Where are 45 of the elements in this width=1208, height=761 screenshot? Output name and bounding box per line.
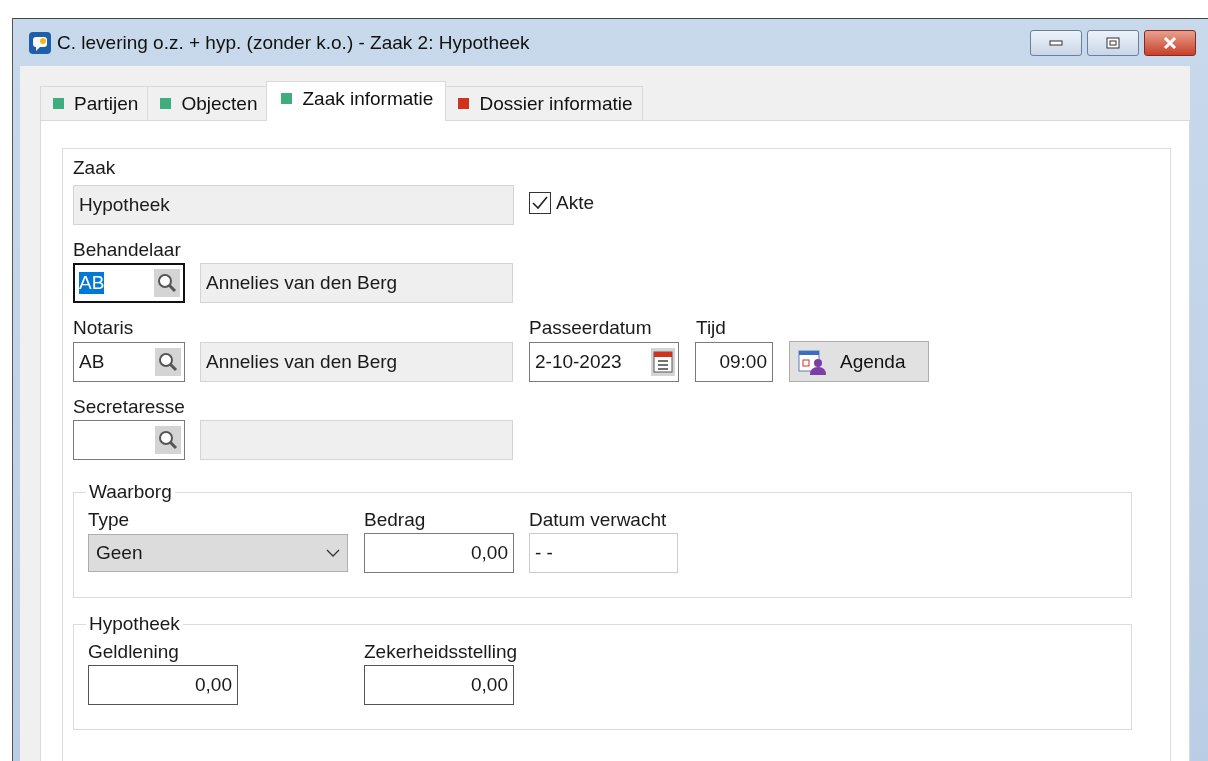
amount-field[interactable]: 0,00: [88, 665, 238, 705]
field-label: Geldlening: [88, 641, 180, 663]
date-field[interactable]: - -: [529, 533, 678, 573]
zaak-field[interactable]: Hypotheek: [73, 185, 514, 225]
tab[interactable]: Dossier informatie: [445, 86, 643, 120]
calendar-icon[interactable]: [651, 347, 675, 376]
amount-field[interactable]: 0,00: [364, 533, 514, 573]
field-label: Zaak: [73, 157, 116, 180]
amount-field[interactable]: 0,00: [364, 665, 514, 705]
name-field[interactable]: Annelies van den Berg: [200, 341, 513, 382]
checkbox-label[interactable]: Akte: [556, 192, 595, 214]
search-icon[interactable]: [154, 269, 180, 297]
maximize-icon: [1106, 36, 1120, 49]
minimize-button[interactable]: [1030, 29, 1082, 56]
field-label: Type: [88, 509, 131, 531]
window-title: C. levering o.z. + hyp. (zonder k.o.) - Zaak 2: Hypotheek: [57, 31, 530, 54]
close-button[interactable]: [1144, 29, 1196, 56]
name-field[interactable]: Annelies van den Berg: [200, 263, 513, 303]
field-label: Secretaresse: [73, 396, 186, 418]
field-label: Tijd: [696, 317, 726, 339]
date-field[interactable]: 2-10-2023: [529, 341, 679, 382]
name-field[interactable]: [200, 420, 513, 460]
time-field[interactable]: 09:00: [695, 341, 773, 382]
close-icon: [1162, 36, 1178, 49]
type-dropdown[interactable]: Geen: [88, 534, 348, 572]
app-logo-icon: [29, 31, 51, 54]
field-label: Behandelaar: [73, 239, 182, 261]
tab[interactable]: Partijen: [40, 86, 149, 120]
code-field[interactable]: [73, 420, 185, 460]
field-label: Bedrag: [364, 509, 427, 531]
calendar-person-icon: [798, 347, 826, 376]
code-field[interactable]: AB: [73, 263, 185, 303]
field-label: Zekerheidsstelling: [364, 641, 518, 663]
agenda-button[interactable]: Agenda: [789, 341, 929, 382]
minimize-icon: [1049, 39, 1063, 46]
code-field[interactable]: AB: [73, 341, 185, 382]
tab[interactable]: Zaak informatie: [266, 81, 447, 121]
search-icon[interactable]: [155, 347, 181, 376]
maximize-button[interactable]: [1087, 29, 1139, 56]
chevron-down-icon: [326, 549, 340, 557]
field-label: Notaris: [73, 317, 135, 339]
checkbox[interactable]: [529, 192, 551, 214]
search-icon[interactable]: [155, 426, 181, 454]
field-label: Datum verwacht: [529, 509, 667, 531]
field-label: Passeerdatum: [529, 317, 653, 339]
